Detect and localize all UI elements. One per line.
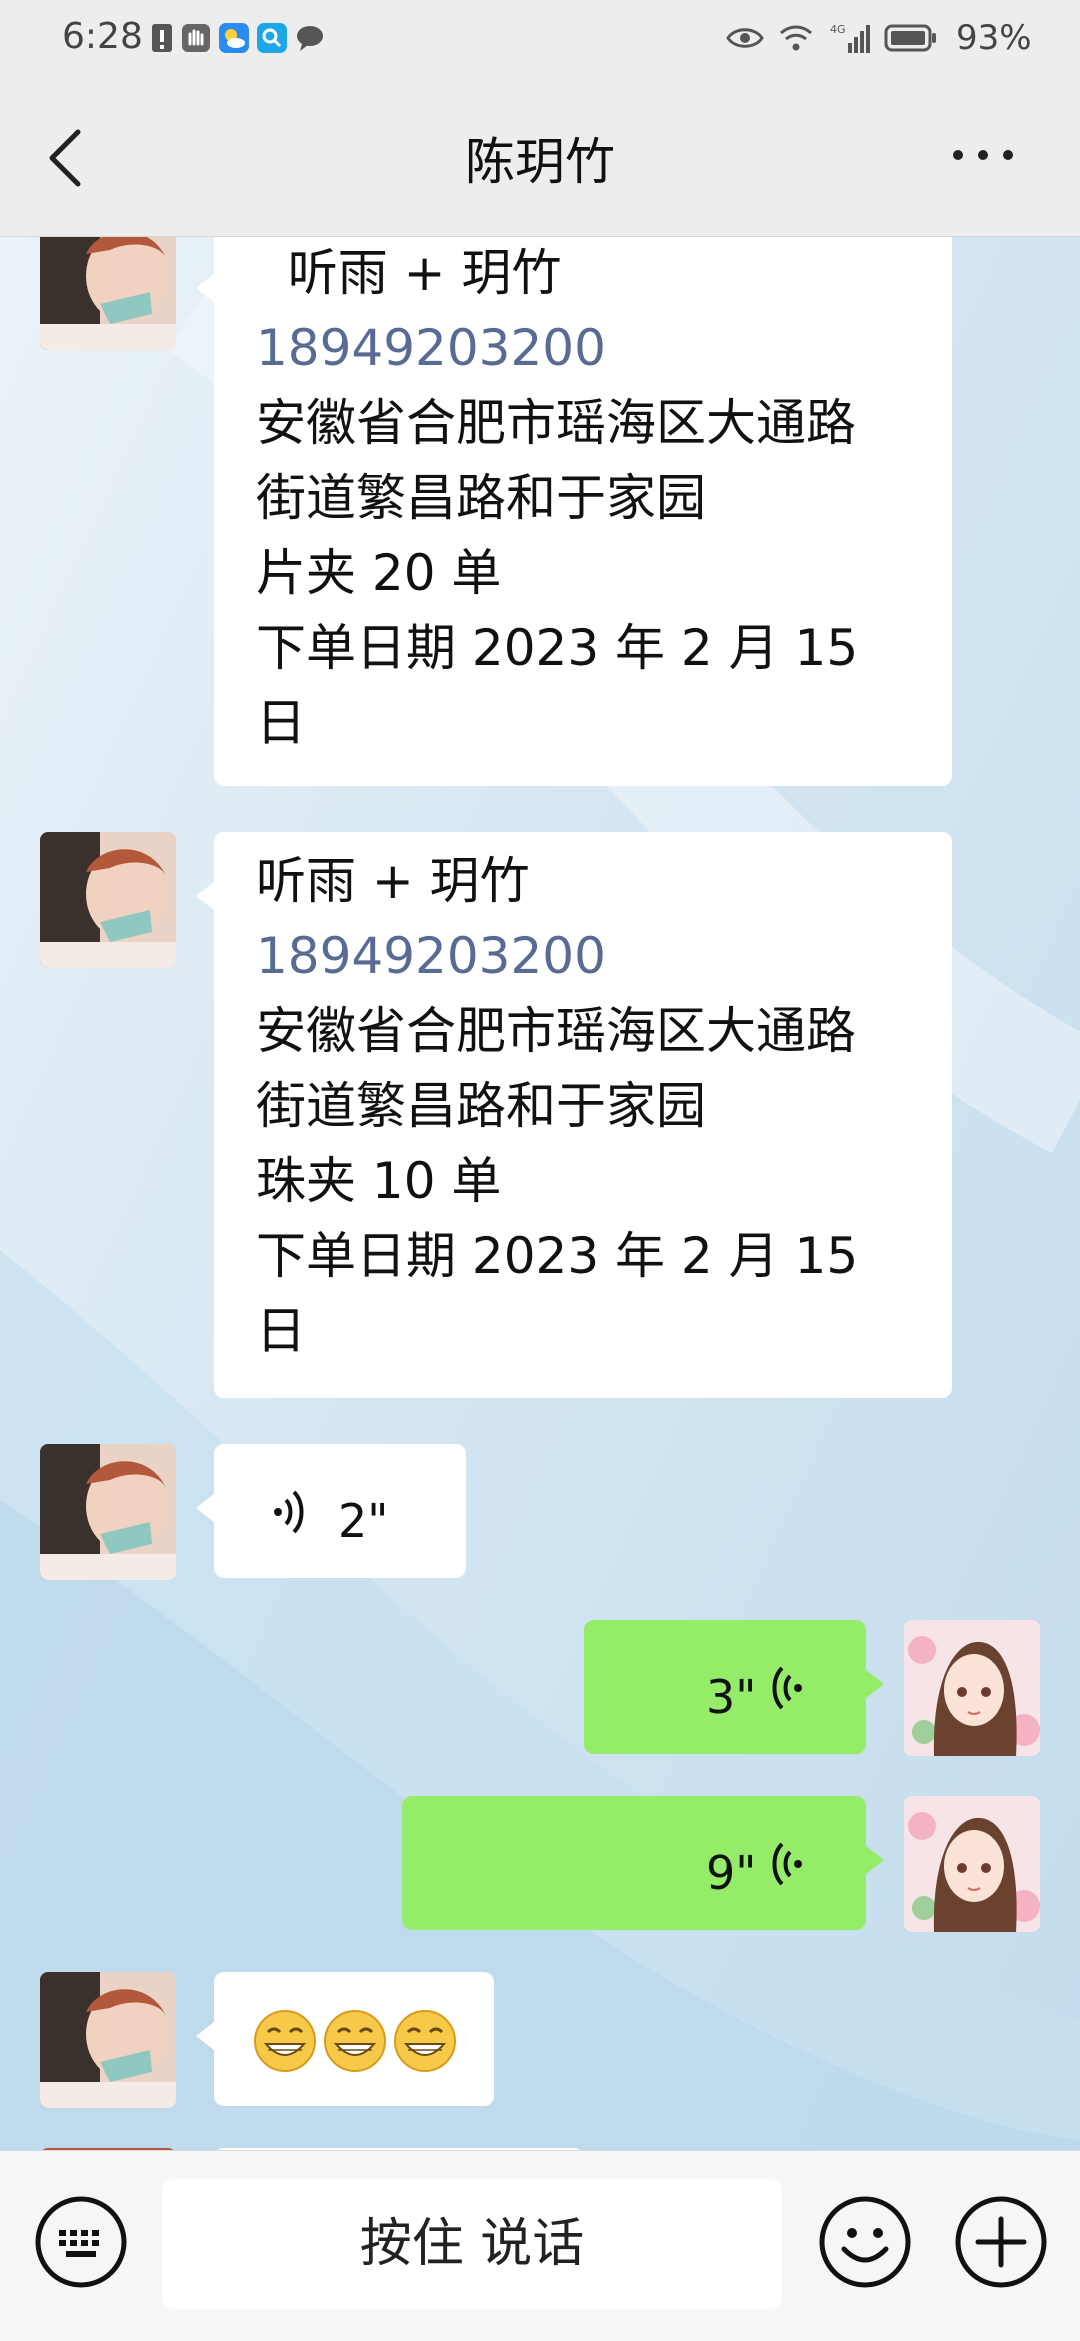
message-app-icon <box>297 26 323 51</box>
weather-app-icon <box>219 23 249 53</box>
voice-wave-icon <box>274 1490 304 1534</box>
grin-emoji-icon <box>254 2010 316 2072</box>
system-icons: 4G 93% <box>726 18 1032 58</box>
phone-link[interactable]: 18949203200 <box>256 919 910 994</box>
message-line: 珠夹 10 单 <box>256 1152 502 1210</box>
contact-avatar[interactable] <box>40 1972 176 2108</box>
message-line: 听雨 + 玥竹 <box>256 852 530 910</box>
message-line: 下单日期 2023 年 2 月 15 <box>256 1227 859 1285</box>
message-line: 日 <box>256 694 306 752</box>
message-line: 听雨 + 玥竹 <box>256 244 562 302</box>
message-list[interactable]: 听雨 + 玥竹 18949203200 安徽省合肥市瑶海区大通路 街道繁昌路和于… <box>0 236 1080 2150</box>
hold-to-talk-button[interactable]: 按住 说话 <box>162 2179 782 2309</box>
my-avatar-image <box>904 1620 1040 1756</box>
voice-wave-icon <box>772 1666 802 1710</box>
contact-avatar-image <box>40 236 176 350</box>
battery-percent: 93% <box>956 18 1032 58</box>
contact-avatar[interactable] <box>40 1444 176 1580</box>
plus-circle-icon[interactable] <box>954 2195 1048 2289</box>
voice-duration: 2" <box>338 1494 389 1548</box>
message-line: 街道繁昌路和于家园 <box>256 469 706 527</box>
battery-icon <box>884 24 936 52</box>
grin-emoji-icon <box>394 2010 456 2072</box>
chat-header: 陈玥竹 <box>0 78 1080 237</box>
message-line: 街道繁昌路和于家园 <box>256 1077 706 1135</box>
contact-avatar-image <box>40 1444 176 1580</box>
my-avatar-image <box>904 1796 1040 1932</box>
message-line: 日 <box>256 1302 306 1360</box>
chat-input-bar: 按住 说话 <box>0 2150 1080 2341</box>
my-avatar[interactable] <box>904 1620 1040 1756</box>
message-bubble[interactable]: 听雨 + 玥竹 18949203200 安徽省合肥市瑶海区大通路 街道繁昌路和于… <box>196 236 952 786</box>
grin-emoji-icon <box>324 2010 386 2072</box>
sim-alert-icon <box>152 24 172 52</box>
wifi-icon <box>780 25 812 51</box>
message-line: 片夹 20 单 <box>256 544 502 602</box>
voice-wave-icon <box>772 1842 802 1886</box>
more-options-icon[interactable] <box>948 130 1018 180</box>
message-line: 安徽省合肥市瑶海区大通路 <box>256 394 856 452</box>
voice-duration: 3" <box>706 1670 757 1724</box>
phone-link[interactable]: 18949203200 <box>256 311 910 386</box>
message-line: 安徽省合肥市瑶海区大通路 <box>256 1002 856 1060</box>
gesture-icon <box>182 24 210 52</box>
contact-avatar-image <box>40 1972 176 2108</box>
voice-message-bubble[interactable]: 2" <box>196 1444 466 1578</box>
search-app-icon <box>257 23 287 53</box>
status-time: 6:28 <box>62 16 143 57</box>
notification-icons <box>150 22 326 54</box>
contact-avatar-image <box>40 832 176 968</box>
my-avatar[interactable] <box>904 1796 1040 1932</box>
emoji-message-bubble[interactable] <box>196 1972 494 2106</box>
contact-avatar[interactable] <box>40 236 176 350</box>
status-bar: 6:28 4G 93% <box>0 0 1080 78</box>
signal-icon: 4G <box>830 23 870 53</box>
chat-title: 陈玥竹 <box>465 133 615 191</box>
contact-avatar[interactable] <box>40 832 176 968</box>
message-bubble[interactable]: 听雨 + 玥竹 18949203200 安徽省合肥市瑶海区大通路 街道繁昌路和于… <box>196 832 952 1398</box>
eye-icon <box>726 28 764 48</box>
smiley-icon[interactable] <box>818 2195 912 2289</box>
network-type: 4G <box>830 23 846 36</box>
voice-message-bubble[interactable]: 3" <box>584 1620 884 1754</box>
message-line: 下单日期 2023 年 2 月 15 <box>256 619 859 677</box>
voice-message-bubble[interactable]: 9" <box>402 1796 884 1930</box>
voice-duration: 9" <box>706 1846 757 1900</box>
keyboard-icon[interactable] <box>34 2195 128 2289</box>
